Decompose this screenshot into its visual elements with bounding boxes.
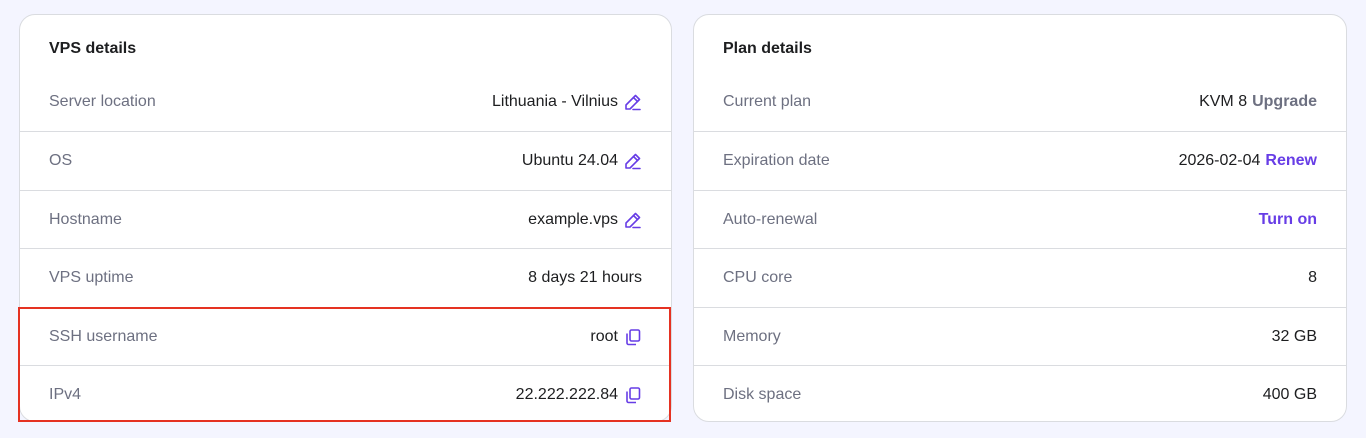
disk-space-value: 400 GB [1262,385,1317,403]
vps-details-card: VPS details Server location Lithuania - … [19,14,672,422]
ssh-username-value: root [590,327,618,345]
current-plan-row: Current plan KVM 8 Upgrade [694,73,1346,131]
server-location-row: Server location Lithuania - Vilnius [20,73,671,131]
page: VPS details Server location Lithuania - … [0,0,1366,438]
ssh-username-row: SSH username root [20,307,671,365]
server-location-value: Lithuania - Vilnius [491,93,618,110]
expiration-date-value: 2026-02-04 [1178,151,1261,169]
hostname-row: Hostname example.vps [20,190,671,248]
os-label: OS [49,151,73,169]
upgrade-link[interactable]: Upgrade [1252,93,1317,111]
copy-icon[interactable] [624,386,642,404]
auto-renewal-row: Auto-renewal Turn on [694,190,1346,248]
disk-space-label: Disk space [723,385,802,403]
auto-renewal-label: Auto-renewal [723,210,818,228]
ssh-username-label: SSH username [49,327,158,345]
plan-details-card: Plan details Current plan KVM 8 Upgrade … [693,14,1347,422]
ipv4-label: IPv4 [49,385,82,403]
server-location-label: Server location [49,93,156,110]
hostname-label: Hostname [49,210,122,228]
memory-row: Memory 32 GB [694,307,1346,365]
ipv4-row: IPv4 22.222.222.84 [20,365,671,421]
edit-icon[interactable] [624,93,642,111]
vps-uptime-value: 8 days 21 hours [528,268,642,286]
renew-link[interactable]: Renew [1265,152,1317,170]
cpu-core-label: CPU core [723,268,793,286]
disk-space-row: Disk space 400 GB [694,365,1346,421]
turn-on-link[interactable]: Turn on [1259,211,1317,229]
edit-icon[interactable] [624,211,642,229]
vps-details-title: VPS details [49,40,137,57]
expiration-date-label: Expiration date [723,151,830,169]
os-row: OS Ubuntu 24.04 [20,131,671,189]
vps-uptime-row: VPS uptime 8 days 21 hours [20,248,671,306]
cpu-core-value: 8 [1308,268,1317,286]
vps-uptime-label: VPS uptime [49,268,134,286]
hostname-value: example.vps [528,210,618,228]
cpu-core-row: CPU core 8 [694,248,1346,306]
plan-details-title: Plan details [723,40,812,57]
os-value: Ubuntu 24.04 [521,151,618,169]
memory-label: Memory [723,327,781,345]
expiration-date-row: Expiration date 2026-02-04 Renew [694,131,1346,189]
copy-icon[interactable] [624,328,642,346]
current-plan-label: Current plan [723,93,812,110]
memory-value: 32 GB [1271,327,1317,345]
current-plan-value: KVM 8 [1199,93,1248,110]
ipv4-value: 22.222.222.84 [515,385,618,403]
edit-icon[interactable] [624,152,642,170]
